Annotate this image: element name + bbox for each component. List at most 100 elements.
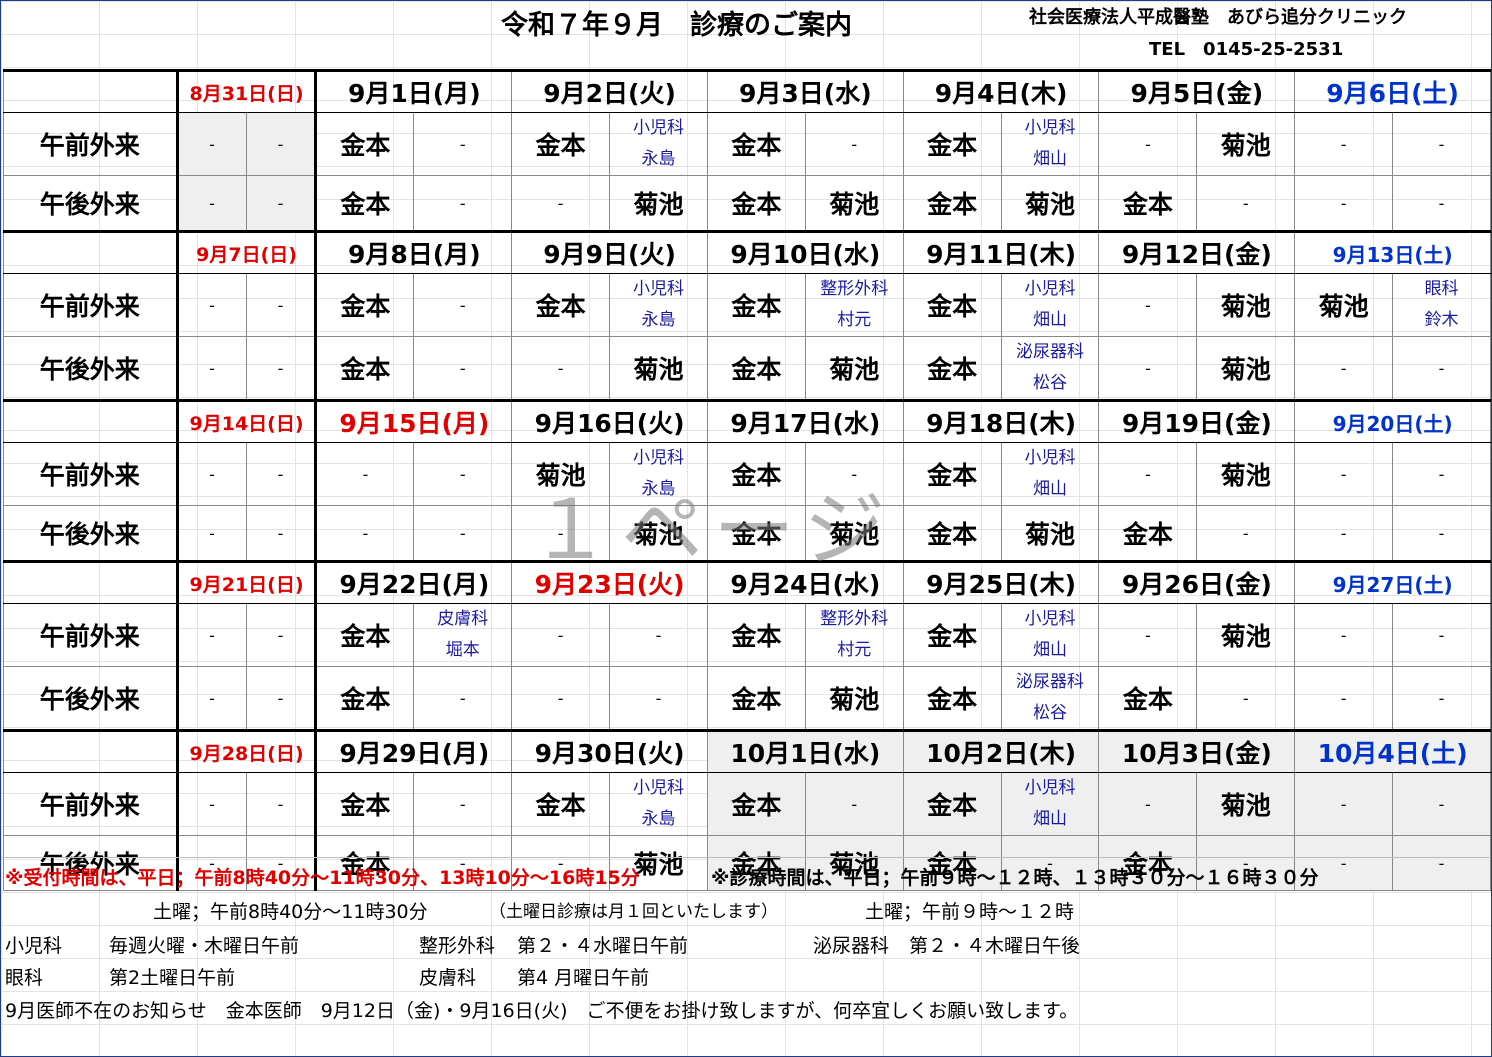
schedule-cell: 金本: [706, 175, 806, 232]
date-header: 10月1日(水): [706, 729, 904, 773]
date-header: 9月20日(土): [1294, 399, 1491, 443]
specialty-name: 眼科: [1424, 279, 1459, 299]
reception-weekday: ※受付時間は、平日；午前8時40分～11時30分、13時10分～16時15分: [5, 867, 640, 889]
doctor-name: 堀本: [445, 640, 480, 660]
morning-row: 午前外来 - - 金本 - 金本 小児科 永島 金本 - 金本 小児科 畑山 - 菊池 - -: [3, 112, 1491, 176]
schedule-cell: -: [413, 175, 513, 232]
schedule-cell: -: [413, 336, 513, 401]
date-header: 9月2日(火): [511, 69, 708, 113]
schedule-cell: 金本: [511, 112, 611, 176]
schedule-cell: -: [1294, 442, 1394, 506]
schedule-cell: -: [413, 112, 513, 176]
schedule-cell: -: [413, 505, 513, 562]
specialty-name: 小児科: [1024, 448, 1076, 468]
schedule-cell: 金本: [902, 442, 1002, 506]
schedule-cell: -: [1392, 835, 1491, 891]
schedule-cell: -: [245, 442, 318, 506]
morning-row: 午前外来 - - 金本 - 金本 小児科 永島 金本 整形外科 村元 金本 小児科 畑山 - 菊池 菊池 眼科 鈴木: [3, 273, 1491, 337]
spreadsheet: 令和７年９月 診療のご案内 社会医療法人平成醫塾 あびら追分クリニック TEL …: [0, 0, 1492, 1057]
date-header: 9月16日(火): [511, 399, 708, 443]
page-title: 令和７年９月 診療のご案内: [501, 10, 852, 41]
schedule-cell: -: [1196, 175, 1296, 232]
date-header: 9月12日(金): [1098, 230, 1296, 274]
afternoon-row: 午後外来 - - 金本 - - - 金本 菊池 金本 泌尿器科 松谷 金本 - - -: [3, 666, 1491, 731]
afternoon-label: 午後外来: [3, 336, 179, 401]
date-header: 9月27日(土): [1294, 560, 1491, 604]
schedule-cell: 菊池: [804, 666, 904, 731]
schedule-cell: 金本: [706, 603, 806, 667]
specialty-name: 泌尿器科: [1016, 342, 1085, 362]
date-header: 9月3日(水): [706, 69, 904, 113]
schedule-cell: -: [176, 505, 247, 562]
week-date-row: 9月7日(日) 9月8日(月) 9月9日(火) 9月10日(水) 9月11日(木) 9月1…: [3, 230, 1491, 274]
week-date-row: 9月28日(日) 9月29日(月) 9月30日(火) 10月1日(水) 10月2日(木)…: [3, 729, 1491, 773]
schedule-cell: 金本: [902, 666, 1002, 731]
schedule-cell: 金本: [902, 772, 1002, 836]
schedule-cell: -: [176, 603, 247, 667]
date-header: 9月23日(火): [511, 560, 708, 604]
schedule-cell: 菊池: [1196, 336, 1296, 401]
date-header: 9月14日(日): [176, 399, 318, 443]
morning-row: 午前外来 - - 金本 皮膚科 堀本 - - 金本 整形外科 村元 金本 小児科 畑山 - 菊池 - -: [3, 603, 1491, 667]
week-date-row: 8月31日(日) 9月1日(月) 9月2日(火) 9月3日(水) 9月4日(木) 9月5日…: [3, 69, 1491, 113]
schedule-cell: 金本: [706, 772, 806, 836]
schedule-cell: 菊池: [804, 175, 904, 232]
schedule-cell: -: [1294, 603, 1394, 667]
schedule-cell: 金本: [706, 666, 806, 731]
header: 令和７年９月 診療のご案内 社会医療法人平成醫塾 あびら追分クリニック TEL …: [1, 1, 1491, 67]
schedule-cell: 金本: [706, 336, 806, 401]
doctor-name: 畑山: [1033, 479, 1068, 499]
schedule-cell: 金本: [902, 273, 1002, 337]
schedule-cell: -: [245, 336, 318, 401]
date-header: 9月11日(木): [902, 230, 1100, 274]
schedule-cell: 泌尿器科 松谷: [1000, 336, 1100, 401]
schedule-cell: -: [1392, 603, 1491, 667]
schedule-cell: -: [1392, 442, 1491, 506]
schedule-cell: -: [804, 112, 904, 176]
derm-label: 皮膚科: [419, 967, 477, 989]
schedule-cell: 菊池: [1196, 273, 1296, 337]
doctor-name: 村元: [837, 640, 872, 660]
schedule-cell: 金本: [902, 505, 1002, 562]
morning-label: 午前外来: [3, 112, 179, 176]
date-header: 9月13日(土): [1294, 230, 1491, 274]
date-header: 9月5日(金): [1098, 69, 1296, 113]
date-header: 9月18日(木): [902, 399, 1100, 443]
schedule-cell: 菊池: [1000, 175, 1100, 232]
schedule-cell: 小児科 畑山: [1000, 603, 1100, 667]
schedule-cell: -: [609, 603, 708, 667]
schedule-cell: 菊池: [1196, 112, 1296, 176]
consult-weekday: ※診療時間は、平日；午前９時～１２時、１３時３０分～１６時３０分: [711, 867, 1319, 889]
schedule-cell: 菊池: [609, 336, 708, 401]
schedule-cell: 整形外科 村元: [804, 603, 904, 667]
afternoon-row: 午後外来 - - 金本 - - 菊池 金本 菊池 金本 菊池 金本 - - -: [3, 175, 1491, 232]
reception-sat: 土曜；午前8時40分～11時30分: [153, 901, 428, 923]
doctor-name: 村元: [837, 310, 872, 330]
schedule-table: 8月31日(日) 9月1日(月) 9月2日(火) 9月3日(水) 9月4日(木) 9月5日…: [3, 69, 1491, 891]
afternoon-row: 午後外来 - - 金本 - - 菊池 金本 菊池 金本 泌尿器科 松谷 - 菊池 - -: [3, 336, 1491, 401]
schedule-cell: 金本: [706, 273, 806, 337]
afternoon-row: 午後外来 - - - - - 菊池 金本 菊池 金本 菊池 金本 - - -: [3, 505, 1491, 562]
date-header: 9月22日(月): [315, 560, 513, 604]
schedule-cell: 菊池: [1000, 505, 1100, 562]
doctor-name: 永島: [641, 809, 676, 829]
schedule-cell: 金本: [315, 336, 415, 401]
date-header: 10月4日(土): [1294, 729, 1491, 773]
doctor-name: 永島: [641, 479, 676, 499]
row-label-blank: [3, 230, 179, 274]
schedule-cell: -: [245, 666, 318, 731]
schedule-cell: -: [176, 442, 247, 506]
schedule-cell: 金本: [1098, 666, 1198, 731]
schedule-cell: -: [1098, 336, 1198, 401]
schedule-cell: 金本: [902, 603, 1002, 667]
schedule-cell: 菊池: [511, 442, 611, 506]
date-header: 9月4日(木): [902, 69, 1100, 113]
schedule-cell: 金本: [315, 273, 415, 337]
specialty-name: 小児科: [633, 118, 685, 138]
absence-notice: 9月医師不在のお知らせ 金本医師 9月12日（金)・9月16日(火) ご不便をお…: [5, 1000, 1079, 1022]
morning-row: 午前外来 - - 金本 - 金本 小児科 永島 金本 - 金本 小児科 畑山 - 菊池 - -: [3, 772, 1491, 836]
schedule-cell: -: [315, 442, 415, 506]
schedule-cell: 小児科 永島: [609, 442, 708, 506]
schedule-cell: -: [1098, 442, 1198, 506]
schedule-cell: -: [413, 772, 513, 836]
